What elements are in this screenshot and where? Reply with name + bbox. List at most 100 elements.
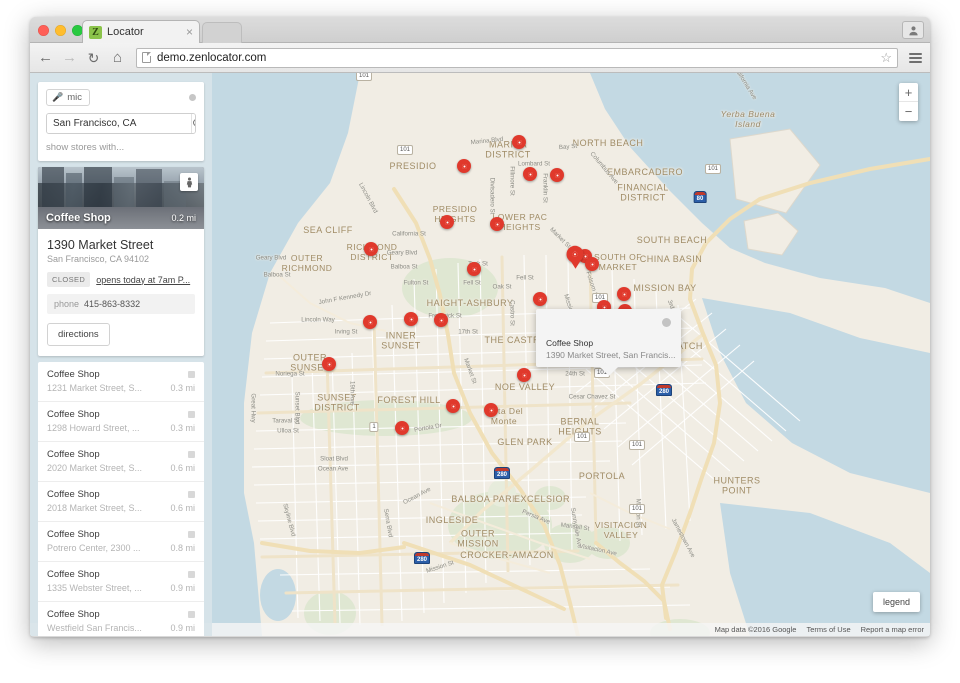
map-marker[interactable]: [457, 159, 471, 173]
mic-row: 🎤 mic: [46, 89, 196, 106]
store-distance: 0.9 mi: [170, 583, 195, 593]
map-marker[interactable]: [363, 315, 377, 329]
map-data-attribution: Map data ©2016 Google: [714, 625, 797, 634]
map-marker[interactable]: [446, 399, 460, 413]
map-marker[interactable]: [550, 168, 564, 182]
map-route-shield: 101: [396, 145, 414, 155]
featured-store-details: 1390 Market Street San Francisco, CA 941…: [38, 229, 204, 356]
store-city-state-zip: San Francisco, CA 94102: [47, 254, 150, 264]
map-marker[interactable]: [434, 313, 448, 327]
store-thumbnail: [188, 611, 195, 618]
map-marker[interactable]: [523, 167, 537, 181]
opening-hours-link[interactable]: opens today at 7am P...: [96, 275, 190, 285]
store-list-item[interactable]: Coffee Shop 2020 Market Street, S... 0.6 m…: [38, 442, 204, 482]
store-list-item[interactable]: Coffee Shop Westfield San Francis... 0.9 m…: [38, 602, 204, 636]
zoom-out-button[interactable]: −: [899, 102, 918, 121]
locator-sidebar: 🎤 mic show stores with...: [30, 73, 212, 636]
store-phone-row[interactable]: phone 415-863-8332: [47, 294, 195, 314]
search-button[interactable]: [191, 114, 195, 133]
browser-tab[interactable]: Z Locator ×: [82, 20, 200, 43]
store-address: Potrero Center, 2300 ...: [47, 543, 141, 553]
map-marker[interactable]: [533, 292, 547, 306]
map-route-shield: 280: [413, 552, 431, 564]
store-address: 1231 Market Street, S...: [47, 383, 143, 393]
map-marker[interactable]: [517, 368, 531, 382]
map-marker[interactable]: [322, 357, 336, 371]
home-icon[interactable]: ⌂: [110, 50, 125, 65]
url-text: demo.zenlocator.com: [157, 51, 267, 64]
map-marker[interactable]: [512, 135, 526, 149]
map-marker[interactable]: [404, 312, 418, 326]
map-marker[interactable]: [467, 262, 481, 276]
map-route-shield: 280: [655, 384, 673, 396]
store-address: 1298 Howard Street, ...: [47, 423, 140, 433]
store-name: Coffee Shop: [47, 569, 100, 580]
map-marker[interactable]: [364, 242, 378, 256]
store-results-list[interactable]: Coffee Shop 1231 Market Street, S... 0.3 m…: [38, 362, 204, 636]
map-route-shield: 80: [693, 191, 707, 203]
phone-label: phone: [54, 299, 80, 309]
search-row[interactable]: [46, 113, 196, 134]
store-thumbnail: [188, 571, 195, 578]
menu-icon[interactable]: [909, 52, 922, 63]
store-list-item[interactable]: Coffee Shop 1298 Howard Street, ... 0.3 mi: [38, 402, 204, 442]
terms-of-use-link[interactable]: Terms of Use: [806, 625, 850, 634]
zenlocator-favicon: Z: [89, 25, 102, 39]
address-bar[interactable]: demo.zenlocator.com ☆: [136, 47, 898, 68]
map-marker[interactable]: [617, 287, 631, 301]
map-route-shield: 1: [369, 422, 379, 432]
store-name: Coffee Shop: [47, 529, 100, 540]
info-window-close-icon[interactable]: [662, 318, 671, 327]
close-window-button[interactable]: [38, 25, 49, 36]
map-route-shield: 101: [628, 504, 646, 514]
map-route-shield: 101: [628, 440, 646, 450]
reload-icon[interactable]: ↻: [86, 51, 101, 65]
profile-icon[interactable]: [902, 21, 924, 39]
window-traffic-lights: [38, 25, 83, 36]
store-list-item[interactable]: Coffee Shop Potrero Center, 2300 ... 0.8 m…: [38, 522, 204, 562]
search-input[interactable]: [47, 114, 191, 133]
mic-button[interactable]: 🎤 mic: [46, 89, 90, 106]
zoom-in-button[interactable]: +: [899, 83, 918, 102]
map-marker[interactable]: [484, 403, 498, 417]
map-marker[interactable]: [490, 217, 504, 231]
map-marker[interactable]: [395, 421, 409, 435]
info-window-address: 1390 Market Street, San Francis...: [546, 350, 676, 360]
map-marker[interactable]: [440, 215, 454, 229]
store-name: Coffee Shop: [47, 609, 100, 620]
store-photo[interactable]: Coffee Shop 0.2 mi: [38, 167, 204, 229]
store-list-item[interactable]: Coffee Shop 1231 Market Street, S... 0.3 m…: [38, 362, 204, 402]
report-map-error-link[interactable]: Report a map error: [861, 625, 924, 634]
map-route-shield: 280: [493, 467, 511, 479]
forward-icon[interactable]: →: [62, 50, 77, 65]
page-info-icon: [142, 52, 151, 63]
featured-store-card: Coffee Shop 0.2 mi 1390 Market Street Sa…: [38, 167, 204, 356]
store-thumbnail: [188, 451, 195, 458]
new-tab-button[interactable]: [202, 22, 242, 43]
map-route-shield: 101: [355, 73, 373, 81]
close-icon[interactable]: ×: [186, 26, 193, 38]
store-name: Coffee Shop: [47, 369, 100, 380]
status-badge: CLOSED: [47, 272, 91, 287]
minimize-window-button[interactable]: [55, 25, 66, 36]
directions-button[interactable]: directions: [47, 323, 110, 346]
map-info-window[interactable]: Coffee Shop 1390 Market Street, San Fran…: [536, 309, 681, 367]
map-marker[interactable]: [585, 257, 599, 271]
store-name: Coffee Shop: [47, 409, 100, 420]
store-list-item[interactable]: Coffee Shop 1335 Webster Street, ... 0.9 m…: [38, 562, 204, 602]
store-thumbnail: [188, 411, 195, 418]
streetview-icon[interactable]: [180, 173, 198, 191]
legend-button[interactable]: legend: [872, 592, 920, 612]
map-marker-selected[interactable]: [566, 245, 584, 263]
store-name: Coffee Shop: [47, 489, 100, 500]
tab-title: Locator: [107, 26, 144, 38]
back-icon[interactable]: ←: [38, 50, 53, 65]
map-route-shield: 101: [704, 164, 722, 174]
store-list-item[interactable]: Coffee Shop 2018 Market Street, S... 0.6 m…: [38, 482, 204, 522]
store-distance: 0.6 mi: [170, 463, 195, 473]
map-zoom-controls[interactable]: + −: [899, 83, 918, 121]
show-stores-filter-link[interactable]: show stores with...: [46, 142, 196, 153]
store-thumbnail: [188, 491, 195, 498]
bookmark-star-icon[interactable]: ☆: [880, 50, 892, 66]
featured-store-distance: 0.2 mi: [171, 213, 196, 223]
